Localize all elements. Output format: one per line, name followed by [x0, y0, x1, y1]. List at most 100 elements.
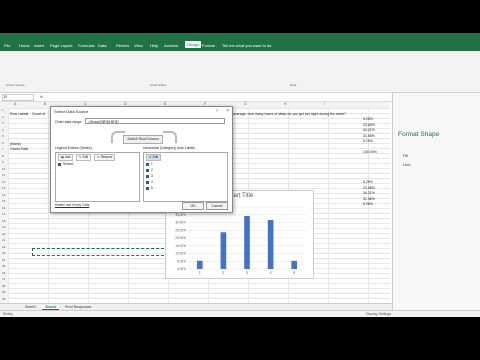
row-header[interactable]: 25	[2, 264, 5, 268]
row-header[interactable]: 14	[2, 193, 5, 197]
column-header[interactable]: I	[324, 102, 325, 106]
checkbox-icon[interactable]	[146, 180, 149, 184]
fx-icon[interactable]: fx	[40, 94, 43, 99]
tab-acrobat[interactable]: Acrobat	[164, 43, 178, 48]
tell-me-search[interactable]: Tell me what you want to do	[222, 43, 271, 48]
column-header[interactable]: A	[14, 102, 16, 106]
cell-count-of[interactable]: Count of	[32, 112, 45, 116]
row-header[interactable]: 12	[2, 180, 5, 184]
cell-row-labels[interactable]: Row Labels	[10, 112, 28, 116]
category-item[interactable]: 2	[146, 168, 153, 172]
row-header[interactable]: 3	[2, 121, 4, 125]
column-header[interactable]: H	[284, 102, 287, 106]
row-header[interactable]: 28	[2, 284, 5, 288]
checkbox-icon[interactable]	[146, 168, 149, 172]
category-item[interactable]: 5	[146, 186, 153, 190]
checkbox-icon[interactable]	[58, 162, 61, 166]
cell-question[interactable]: average, how many hours of sleep do you …	[233, 112, 346, 116]
cancel-button[interactable]: Cancel	[206, 202, 228, 210]
row-header[interactable]: 23	[2, 251, 5, 255]
tab-view[interactable]: View	[134, 43, 143, 48]
row-header[interactable]: 9	[2, 160, 4, 164]
checkbox-icon[interactable]	[146, 174, 149, 178]
row-header[interactable]: 1	[2, 108, 4, 112]
row-header[interactable]: 4	[2, 128, 4, 132]
row-header[interactable]: 7	[2, 147, 4, 151]
percent-cell[interactable]: 5.26%	[363, 117, 373, 121]
percent-cell[interactable]: 23.68%	[363, 186, 375, 190]
row-header[interactable]: 29	[2, 290, 5, 294]
bar[interactable]	[220, 232, 227, 269]
display-settings[interactable]: Display Settings	[366, 312, 391, 316]
row-header[interactable]: 6	[2, 141, 4, 145]
category-item[interactable]: 1	[146, 162, 153, 166]
edit-axis-labels-button[interactable]: ✎ Edit	[146, 154, 162, 161]
row-header[interactable]: 30	[2, 297, 5, 301]
add-series-button[interactable]: ▦ Add	[58, 154, 74, 161]
tab-help[interactable]: Help	[150, 43, 158, 48]
close-icon[interactable]: ×	[226, 108, 229, 114]
column-header[interactable]: B	[44, 102, 46, 106]
help-icon[interactable]: ?	[216, 108, 218, 113]
remove-series-button[interactable]: ✕ Remove	[94, 154, 116, 161]
bar[interactable]	[267, 220, 274, 269]
row-header[interactable]: 18	[2, 219, 5, 223]
tab-review[interactable]: Review	[116, 43, 129, 48]
series-item[interactable]: Series1	[58, 162, 74, 166]
row-header[interactable]: 2	[2, 115, 4, 119]
percent-cell[interactable]: 5.26%	[363, 180, 373, 184]
row-header[interactable]: 27	[2, 277, 5, 281]
row-header[interactable]: 8	[2, 154, 4, 158]
sheet-tab-pivot-responses[interactable]: Pivot Responses	[62, 305, 94, 309]
row-header[interactable]: 21	[2, 238, 5, 242]
hidden-empty-cells-button[interactable]: Hidden and Empty Cells	[55, 203, 89, 207]
percent-cell[interactable]: 5.26%	[363, 139, 373, 143]
checkbox-icon[interactable]	[146, 162, 149, 166]
checkbox-icon[interactable]	[146, 186, 149, 190]
percent-cell[interactable]: 34.21%	[363, 128, 375, 132]
row-header[interactable]: 11	[2, 173, 5, 177]
chart-range-input[interactable]: =Sheet2!$F$3:$F$7	[85, 118, 225, 124]
tab-design[interactable]: Design	[185, 41, 202, 48]
line-section[interactable]: Line	[403, 162, 411, 167]
y-tick-label: 20.00%	[175, 236, 186, 240]
tab-data[interactable]: Data	[98, 43, 106, 48]
row-header[interactable]: 19	[2, 225, 5, 229]
column-header[interactable]: G	[244, 102, 247, 106]
category-item[interactable]: 3	[146, 174, 153, 178]
row-header[interactable]: 26	[2, 271, 5, 275]
tab-formulas[interactable]: Formulas	[78, 43, 95, 48]
bar[interactable]	[244, 215, 250, 269]
sheet-tab-sheet1[interactable]: Sheet1	[22, 305, 39, 309]
percent-cell[interactable]: 31.58%	[363, 197, 375, 201]
percent-cell[interactable]: 23.68%	[363, 123, 375, 127]
bar[interactable]	[196, 260, 203, 269]
row-header[interactable]: 24	[2, 258, 5, 262]
bar[interactable]	[291, 260, 298, 269]
name-box[interactable]: J3	[2, 94, 34, 101]
percent-cell[interactable]: 5.26%	[363, 202, 373, 206]
row-header[interactable]: 22	[2, 245, 5, 249]
row-header[interactable]: 16	[2, 206, 5, 210]
row-header[interactable]: 5	[2, 134, 4, 138]
row-header[interactable]: 10	[2, 167, 5, 171]
tab-page-layout[interactable]: Page Layout	[50, 43, 72, 48]
tab-format[interactable]: Format	[202, 43, 215, 48]
edit-series-button[interactable]: ✎ Edit	[76, 154, 92, 161]
cell-grand-total[interactable]: Grand Total	[10, 147, 28, 151]
row-header[interactable]: 20	[2, 232, 5, 236]
tab-insert[interactable]: Insert	[34, 43, 44, 48]
percent-cell[interactable]: 100.00%	[363, 150, 377, 154]
ok-button[interactable]: OK	[182, 202, 204, 210]
fill-section[interactable]: Fill	[403, 153, 408, 158]
percent-cell[interactable]: 31.58%	[363, 134, 375, 138]
row-header[interactable]: 15	[2, 199, 5, 203]
row-header[interactable]: 17	[2, 212, 5, 216]
percent-cell[interactable]: 34.21%	[363, 191, 375, 195]
row-header[interactable]: 13	[2, 186, 5, 190]
tab-home[interactable]: Home	[19, 43, 30, 48]
tab-file[interactable]: File	[4, 43, 10, 48]
category-item[interactable]: 4	[146, 180, 153, 184]
switch-row-column-button[interactable]: Switch Row/Column	[123, 135, 163, 144]
cell-blank[interactable]: (blank)	[10, 142, 21, 146]
